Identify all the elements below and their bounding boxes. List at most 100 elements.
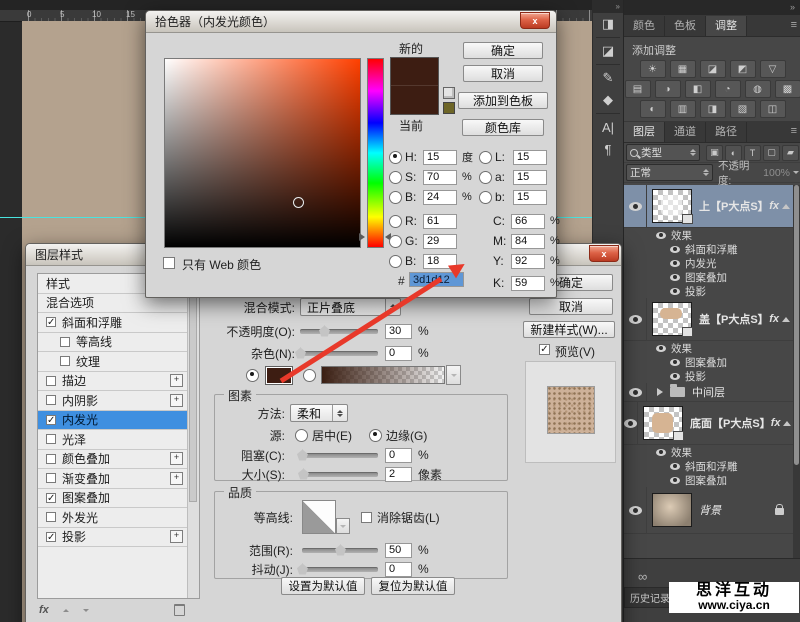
delete-effect-icon[interactable]	[174, 604, 185, 616]
value-field[interactable]: 84	[511, 234, 545, 249]
style-item-光泽[interactable]: 光泽	[38, 430, 199, 450]
checkbox-icon[interactable]	[46, 512, 56, 522]
panel-menu-icon[interactable]: ≡	[791, 19, 797, 31]
effect-item-row[interactable]: 图案叠加	[624, 270, 793, 284]
reset-default-button[interactable]: 复位为默认值	[371, 577, 455, 595]
radio-icon[interactable]	[479, 191, 492, 204]
gradient-picker-arrow-icon[interactable]	[446, 365, 461, 385]
checkbox-icon[interactable]: ✓	[46, 317, 56, 327]
radio-icon[interactable]	[389, 215, 402, 228]
panel-menu-icon[interactable]: ≡	[791, 125, 797, 137]
color-field-cursor[interactable]	[293, 197, 304, 208]
move-down-icon[interactable]	[83, 609, 89, 612]
layer-row[interactable]: 上【P大点S】fx	[624, 185, 793, 228]
contour-thumbnail[interactable]	[302, 500, 336, 534]
visibility-toggle[interactable]	[624, 383, 647, 401]
value-field[interactable]: 61	[423, 214, 457, 229]
checkbox-icon[interactable]	[46, 473, 56, 483]
visibility-eye-icon[interactable]	[670, 373, 680, 380]
style-list-scrollbar[interactable]	[187, 274, 199, 598]
filter-smart-objects-icon[interactable]: ▰	[782, 145, 799, 161]
visibility-eye-icon[interactable]	[656, 232, 666, 239]
styles-panel-icon[interactable]: ◪	[593, 40, 623, 62]
value-field[interactable]: 59	[511, 276, 545, 291]
radio-icon[interactable]	[389, 255, 402, 268]
slider-thumb[interactable]	[335, 545, 346, 556]
character-panel-icon[interactable]: A|	[593, 116, 623, 138]
opacity-field[interactable]: 30	[385, 324, 412, 339]
style-item-图案叠加[interactable]: ✓图案叠加	[38, 489, 199, 509]
layer-blend-mode-select[interactable]: 正常	[626, 164, 713, 181]
radio-icon[interactable]	[479, 171, 492, 184]
value-field[interactable]: 24	[423, 190, 457, 205]
radio-icon[interactable]	[389, 235, 402, 248]
visibility-eye-icon[interactable]	[670, 246, 680, 253]
effect-item-row[interactable]: 斜面和浮雕	[624, 242, 793, 256]
style-item-描边[interactable]: 描边+	[38, 372, 199, 392]
color-libraries-button[interactable]: 颜色库	[462, 119, 544, 136]
dropdown-arrow-icon[interactable]	[793, 171, 799, 174]
checkbox-icon[interactable]	[46, 454, 56, 464]
new-style-button[interactable]: 新建样式(W)...	[523, 321, 615, 338]
value-field[interactable]: 15	[513, 150, 547, 165]
curves-icon[interactable]: ◪	[700, 60, 726, 78]
antialias-checkbox[interactable]	[361, 512, 372, 523]
effect-item-row[interactable]: 内发光	[624, 256, 793, 270]
expand-plus-icon[interactable]: +	[170, 530, 183, 543]
expand-plus-icon[interactable]: +	[170, 472, 183, 485]
tab-adjustments[interactable]: 调整	[706, 16, 747, 36]
radio-icon[interactable]	[389, 171, 402, 184]
collapse-effects-icon[interactable]	[782, 204, 790, 209]
effects-header-row[interactable]: 效果	[624, 445, 793, 459]
style-item-投影[interactable]: ✓投影+	[38, 528, 199, 548]
size-slider[interactable]	[302, 472, 378, 477]
ok-button[interactable]: 确定	[463, 42, 543, 59]
photo-filter-icon[interactable]: ◔	[715, 80, 741, 98]
value-field[interactable]: 15	[513, 170, 547, 185]
slider-thumb[interactable]	[297, 564, 308, 575]
collapse-panels-button[interactable]: »	[624, 0, 800, 15]
solid-color-radio[interactable]	[246, 369, 259, 382]
web-colors-only-checkbox[interactable]	[163, 257, 175, 269]
preview-checkbox[interactable]: ✓	[539, 344, 550, 355]
blend-mode-select[interactable]: 正片叠底	[300, 298, 401, 316]
expand-plus-icon[interactable]: +	[170, 452, 183, 465]
fx-icon[interactable]: fx	[39, 604, 49, 616]
value-field[interactable]: 15	[513, 190, 547, 205]
effect-item-row[interactable]: 投影	[624, 284, 793, 298]
visibility-eye-icon[interactable]	[670, 359, 680, 366]
brush-presets-panel-icon[interactable]: ◆	[593, 89, 623, 111]
brush-panel-icon[interactable]: ✎	[593, 67, 623, 89]
visibility-toggle[interactable]	[624, 185, 647, 227]
value-field[interactable]: 66	[511, 214, 545, 229]
tab-swatches[interactable]: 色板	[665, 16, 706, 36]
visibility-toggle[interactable]	[624, 298, 647, 340]
style-item-斜面和浮雕[interactable]: ✓斜面和浮雕	[38, 313, 199, 333]
cancel-button[interactable]: 取消	[463, 65, 543, 82]
effects-header-row[interactable]: 效果	[624, 341, 793, 355]
source-edge-radio[interactable]	[369, 429, 382, 442]
visibility-toggle[interactable]	[624, 402, 638, 444]
value-field[interactable]: 92	[511, 254, 545, 269]
style-item-内阴影[interactable]: 内阴影+	[38, 391, 199, 411]
move-up-icon[interactable]	[63, 609, 69, 612]
brightness-contrast-icon[interactable]: ☀	[640, 60, 666, 78]
expand-plus-icon[interactable]: +	[170, 374, 183, 387]
color-lookup-icon[interactable]: ▩	[775, 80, 800, 98]
contour-picker-arrow-icon[interactable]	[336, 518, 350, 534]
hue-saturation-icon[interactable]: ▤	[625, 80, 651, 98]
gradient-radio[interactable]	[303, 369, 316, 382]
layer-thumbnail[interactable]	[652, 493, 692, 527]
value-field[interactable]: 70	[423, 170, 457, 185]
set-default-button[interactable]: 设置为默认值	[281, 577, 365, 595]
jitter-field[interactable]: 0	[385, 562, 412, 577]
value-field[interactable]: 15	[423, 150, 457, 165]
selective-color-icon[interactable]: ◫	[760, 100, 786, 118]
visibility-eye-icon[interactable]	[656, 345, 666, 352]
checkbox-icon[interactable]	[60, 356, 70, 366]
cancel-button[interactable]: 取消	[529, 298, 613, 315]
paragraph-panel-icon[interactable]: ¶	[593, 138, 623, 160]
checkbox-icon[interactable]	[46, 395, 56, 405]
noise-field[interactable]: 0	[385, 346, 412, 361]
channel-mixer-icon[interactable]: ◍	[745, 80, 771, 98]
